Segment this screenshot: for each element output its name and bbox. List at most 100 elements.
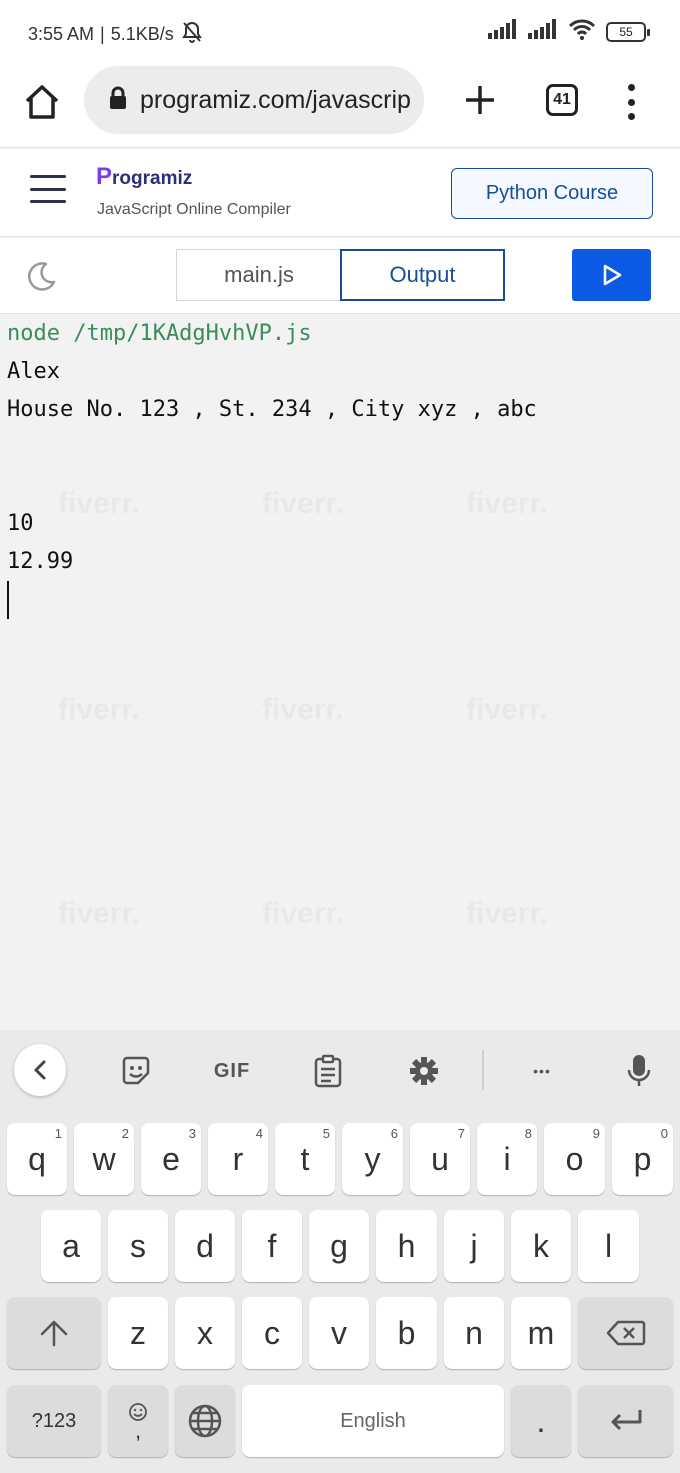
output-console[interactable]: fiverr. fiverr. fiverr. fiverr. fiverr. …: [0, 315, 680, 1030]
sticker-icon[interactable]: [118, 1054, 154, 1088]
key-n[interactable]: n: [444, 1297, 504, 1369]
period-key[interactable]: .: [511, 1385, 571, 1457]
lock-icon[interactable]: [108, 86, 128, 115]
key-hint: 0: [660, 1126, 668, 1141]
more-menu-icon[interactable]: [614, 82, 648, 122]
keyboard-back-button[interactable]: [14, 1044, 66, 1096]
key-t[interactable]: t5: [275, 1123, 335, 1195]
signal-icon: [488, 19, 518, 44]
key-label: u: [431, 1140, 449, 1177]
key-hint: 5: [322, 1126, 330, 1141]
keyboard-toolbar: GIF •••: [0, 1030, 680, 1112]
key-label: w: [92, 1140, 116, 1177]
key-d[interactable]: d: [175, 1210, 235, 1282]
status-left: 3:55 AM | 5.1KB/s: [28, 20, 204, 49]
enter-key[interactable]: [578, 1385, 673, 1457]
status-separator: |: [100, 24, 105, 44]
key-f[interactable]: f: [242, 1210, 302, 1282]
key-q[interactable]: q1: [7, 1123, 67, 1195]
key-label: o: [565, 1140, 584, 1177]
key-r[interactable]: r4: [208, 1123, 268, 1195]
key-o[interactable]: o9: [544, 1123, 605, 1195]
key-label: y: [364, 1140, 381, 1177]
key-e[interactable]: e3: [141, 1123, 201, 1195]
status-bar: 3:55 AM | 5.1KB/s 55: [0, 0, 680, 62]
language-key[interactable]: [175, 1385, 235, 1457]
key-m[interactable]: m: [511, 1297, 571, 1369]
key-z[interactable]: z: [108, 1297, 168, 1369]
microphone-icon[interactable]: [624, 1054, 654, 1088]
key-w[interactable]: w2: [74, 1123, 134, 1195]
play-icon: [603, 264, 621, 286]
battery-icon: 55: [606, 21, 650, 42]
clipboard-icon[interactable]: [312, 1054, 344, 1088]
watermark: fiverr.: [262, 897, 344, 931]
moon-icon[interactable]: [26, 260, 58, 292]
logo-mark: P: [96, 163, 113, 190]
key-g[interactable]: g: [309, 1210, 369, 1282]
key-c[interactable]: c: [242, 1297, 302, 1369]
key-label: t: [300, 1140, 310, 1177]
key-hint: 9: [592, 1126, 600, 1141]
key-label: p: [633, 1140, 652, 1177]
key-hint: 8: [524, 1126, 532, 1141]
signal-icon-2: [528, 19, 558, 44]
chevron-left-icon: [34, 1060, 46, 1080]
key-s[interactable]: s: [108, 1210, 168, 1282]
shift-icon: [40, 1320, 68, 1347]
gif-button[interactable]: GIF: [210, 1054, 254, 1088]
home-icon[interactable]: [22, 82, 62, 122]
space-bar[interactable]: English: [242, 1385, 504, 1457]
key-i[interactable]: i8: [477, 1123, 537, 1195]
programiz-logo[interactable]: Programiz: [96, 163, 192, 191]
key-b[interactable]: b: [376, 1297, 437, 1369]
space-bar-label: English: [340, 1409, 406, 1432]
url-text[interactable]: programiz.com/javascrip: [140, 86, 411, 115]
key-k[interactable]: k: [511, 1210, 571, 1282]
key-label: r: [232, 1140, 244, 1177]
more-options-icon[interactable]: •••: [524, 1054, 560, 1088]
key-p[interactable]: p0: [612, 1123, 673, 1195]
watermark: fiverr.: [466, 693, 548, 727]
watermark: fiverr.: [58, 487, 140, 521]
python-course-button[interactable]: Python Course: [451, 168, 653, 219]
key-l[interactable]: l: [578, 1210, 639, 1282]
bell-off-icon: [180, 20, 204, 49]
key-hint: 6: [390, 1126, 398, 1141]
output-line: 12.99: [7, 549, 74, 574]
key-v[interactable]: v: [309, 1297, 369, 1369]
url-bar[interactable]: programiz.com/javascrip: [84, 66, 424, 134]
key-y[interactable]: y6: [342, 1123, 403, 1195]
key-j[interactable]: j: [444, 1210, 504, 1282]
enter-icon: [611, 1410, 641, 1431]
watermark: fiverr.: [262, 693, 344, 727]
key-h[interactable]: h: [376, 1210, 437, 1282]
output-line: House No. 123 , St. 234 , City xyz , abc: [7, 397, 537, 422]
symbols-key[interactable]: ?123: [7, 1385, 101, 1457]
tab-output[interactable]: Output: [340, 249, 505, 301]
browser-toolbar: programiz.com/javascrip 41: [0, 62, 680, 148]
emoji-comma-key[interactable]: ,: [108, 1385, 168, 1457]
backspace-icon: [606, 1320, 645, 1346]
tab-main-js[interactable]: main.js: [176, 249, 342, 301]
backspace-key[interactable]: [578, 1297, 673, 1369]
key-hint: 1: [54, 1126, 62, 1141]
key-a[interactable]: a: [41, 1210, 101, 1282]
output-command: node /tmp/1KAdgHvhVP.js: [7, 321, 312, 346]
on-screen-keyboard: GIF ••• q1 w2 e3 r4 t5 y6 u7 i8 o9 p0 a …: [0, 1030, 680, 1473]
tab-count-button[interactable]: 41: [546, 84, 578, 116]
new-tab-plus-icon[interactable]: [460, 80, 500, 120]
site-header: Programiz JavaScript Online Compiler Pyt…: [0, 149, 680, 237]
key-u[interactable]: u7: [410, 1123, 470, 1195]
gear-icon[interactable]: [407, 1054, 441, 1088]
watermark: fiverr.: [466, 897, 548, 931]
status-right: 55: [488, 18, 650, 45]
key-hint: 4: [255, 1126, 263, 1141]
output-line: 10: [7, 511, 34, 536]
shift-key[interactable]: [7, 1297, 101, 1369]
key-x[interactable]: x: [175, 1297, 235, 1369]
run-button[interactable]: [572, 249, 651, 301]
editor-toolbar: main.js Output: [0, 238, 680, 314]
page-subtitle: JavaScript Online Compiler: [97, 201, 291, 218]
hamburger-menu-icon[interactable]: [30, 175, 66, 203]
